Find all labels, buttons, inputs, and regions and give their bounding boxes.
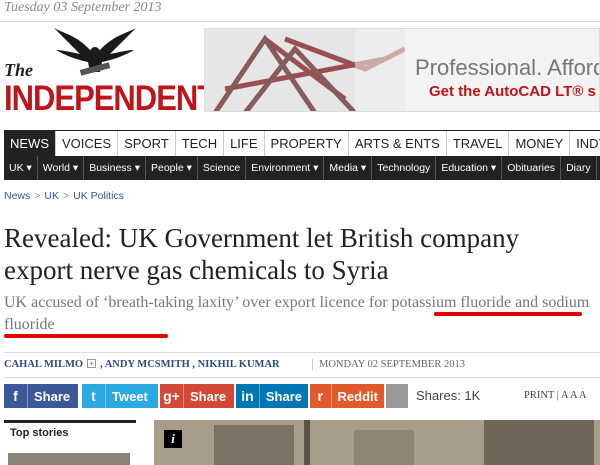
subnav-technology[interactable]: Technology [372, 156, 437, 180]
google-plus-icon: g+ [160, 384, 184, 408]
breadcrumb-uk-politics[interactable]: UK Politics [73, 190, 124, 202]
breadcrumb: News > UK > UK Politics [4, 190, 124, 202]
street-scene-image [154, 420, 600, 465]
subnav-diary[interactable]: Diary [561, 156, 597, 180]
share-label: Share [265, 388, 302, 404]
google-plus-share-button[interactable]: g+ Share [160, 384, 234, 408]
subnav-media[interactable]: Media ▾ [324, 156, 373, 180]
share-label: Reddit [337, 388, 378, 404]
author-name[interactable]: CAHAL MILMO [4, 359, 83, 370]
author-list: CAHAL MILMO +, ANDY MCSMITH , NIKHIL KUMA… [4, 359, 280, 370]
logo-name: INDEPENDENT [4, 78, 216, 119]
share-count: Shares: 1K [416, 388, 481, 403]
subnav-business[interactable]: Business ▾ [84, 156, 146, 180]
subnav-obituaries[interactable]: Obituaries [502, 156, 562, 180]
twitter-share-button[interactable]: t Tweet [82, 384, 158, 408]
follow-author-icon[interactable]: + [87, 359, 97, 368]
story-thumbnail[interactable] [8, 453, 130, 465]
top-stories-panel: Top stories [4, 420, 136, 465]
author-name[interactable]: ANDY MCSMITH [105, 359, 190, 370]
advertisement-banner[interactable]: Professional. Afford Get the AutoCAD LT®… [204, 28, 600, 112]
linkedin-icon: in [236, 384, 260, 408]
share-label: Tweet [112, 388, 148, 404]
byline: CAHAL MILMO +, ANDY MCSMITH , NIKHIL KUMA… [4, 352, 600, 378]
date-bar: Tuesday 03 September 2013 [0, 0, 600, 22]
article-photo[interactable]: i [154, 420, 600, 465]
author-name[interactable]: NIKHIL KUMAR [198, 359, 280, 370]
nav-arts-ents[interactable]: ARTS & ENTS [349, 131, 447, 157]
article-headline: Revealed: UK Government let British comp… [4, 223, 520, 285]
breadcrumb-news[interactable]: News [4, 190, 30, 202]
ad-structure-image [205, 29, 405, 111]
ad-subline: Get the AutoCAD LT® s [429, 83, 596, 100]
subnav-environment[interactable]: Environment ▾ [246, 156, 325, 180]
nav-voices[interactable]: VOICES [56, 131, 119, 157]
text-size-control[interactable]: A A A [561, 390, 587, 401]
highlight-underline [4, 334, 168, 338]
publish-date: MONDAY 02 SEPTEMBER 2013 [312, 359, 465, 370]
print-link[interactable]: PRINT [524, 390, 554, 401]
twitter-icon: t [82, 384, 106, 408]
ad-headline: Professional. Afford [415, 55, 600, 80]
nav-indybest[interactable]: INDYBI [570, 131, 600, 157]
nav-property[interactable]: PROPERTY [265, 131, 349, 157]
share-label: Share [34, 388, 71, 404]
more-share-icon[interactable] [386, 384, 408, 408]
subnav-uk[interactable]: UK ▾ [4, 156, 38, 180]
subnav-world[interactable]: World ▾ [38, 156, 85, 180]
main-navigation: NEWS VOICES SPORT TECH LIFE PROPERTY ART… [4, 130, 600, 157]
facebook-share-button[interactable]: f Share [4, 384, 78, 408]
highlight-underline [434, 312, 582, 316]
subnav-education[interactable]: Education ▾ [436, 156, 503, 180]
sub-navigation: UK ▾ World ▾ Business ▾ People ▾ Science… [4, 156, 600, 180]
nav-life[interactable]: LIFE [224, 131, 265, 157]
breadcrumb-uk[interactable]: UK [44, 190, 59, 202]
nav-news[interactable]: NEWS [4, 131, 56, 157]
subnav-people[interactable]: People ▾ [146, 156, 198, 180]
edition-date: Tuesday 03 September 2013 [4, 0, 162, 15]
reddit-share-button[interactable]: r Reddit [310, 384, 384, 408]
nav-sport[interactable]: SPORT [118, 131, 176, 157]
share-bar: f Share t Tweet g+ Share in Share r Redd… [4, 384, 600, 408]
share-label: Share [190, 388, 227, 404]
nav-travel[interactable]: TRAVEL [447, 131, 510, 157]
breadcrumb-separator: > [34, 190, 41, 202]
nav-money[interactable]: MONEY [509, 131, 571, 157]
breadcrumb-separator: > [63, 190, 70, 202]
facebook-icon: f [4, 384, 28, 408]
nav-tech[interactable]: TECH [176, 131, 225, 157]
linkedin-share-button[interactable]: in Share [236, 384, 308, 408]
site-logo[interactable]: The INDEPENDENT [4, 26, 216, 118]
image-info-icon[interactable]: i [164, 430, 182, 448]
reddit-icon: r [310, 384, 332, 408]
subnav-science[interactable]: Science [198, 156, 247, 180]
eagle-icon [54, 28, 136, 76]
top-stories-heading: Top stories [10, 427, 69, 439]
print-controls: PRINT | A A A [524, 390, 587, 401]
